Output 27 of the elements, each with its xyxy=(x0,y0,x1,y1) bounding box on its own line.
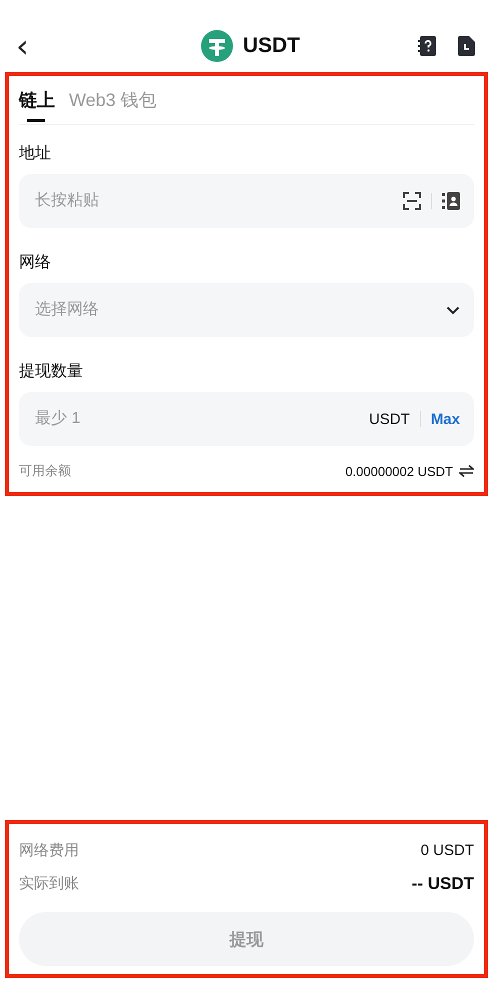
text-input[interactable]: 最少 1 xyxy=(33,409,359,429)
balance-value: 0.00000002 USDT xyxy=(345,464,453,478)
network-select[interactable]: 选择网络 xyxy=(19,283,474,337)
history-icon[interactable] xyxy=(458,36,475,56)
swap-icon[interactable] xyxy=(459,465,474,477)
field-label: 提现数量 xyxy=(19,362,84,382)
scan-icon[interactable] xyxy=(403,192,421,210)
contacts-icon[interactable] xyxy=(442,192,460,210)
chevron-down-icon xyxy=(446,306,460,314)
amount-field[interactable]: 最少 1 USDT Max xyxy=(19,392,474,446)
back-button[interactable]: ‹ xyxy=(12,30,33,62)
max-button[interactable]: Max xyxy=(430,410,460,428)
field-label: 地址 xyxy=(19,144,52,164)
help-book-icon[interactable] xyxy=(418,36,436,56)
text-input[interactable]: 长按粘贴 xyxy=(33,191,393,211)
address-field[interactable]: 长按粘贴 xyxy=(19,174,474,228)
summary-value: -- USDT xyxy=(412,874,474,894)
tether-logo-icon xyxy=(200,30,233,62)
summary-label: 网络费用 xyxy=(19,841,79,860)
summary-label: 实际到账 xyxy=(19,874,79,893)
balance-label: 可用余额 xyxy=(19,462,71,480)
unit-label: USDT xyxy=(368,410,410,428)
text-input[interactable]: 选择网络 xyxy=(33,300,436,320)
tab[interactable]: 链上 xyxy=(19,86,55,124)
field-label: 网络 xyxy=(19,253,52,273)
summary-value: 0 USDT xyxy=(420,842,474,859)
page-title: USDT xyxy=(242,34,300,58)
